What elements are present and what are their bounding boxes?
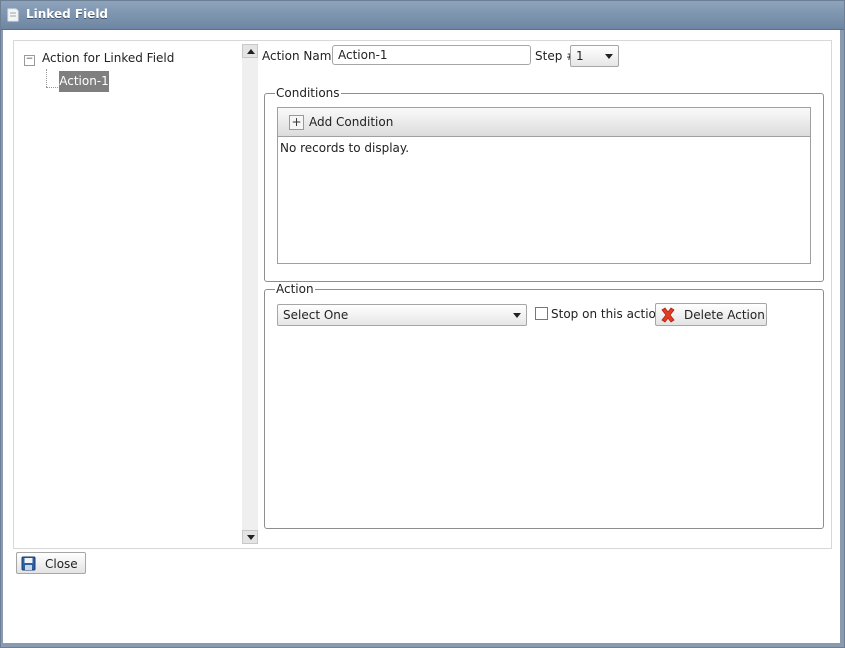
chevron-down-icon	[513, 313, 521, 318]
vertical-scrollbar[interactable]	[242, 44, 258, 544]
conditions-legend: Conditions	[275, 86, 341, 100]
stop-on-action-checkbox[interactable]	[535, 307, 548, 320]
conditions-group: Conditions + Add Condition No records to…	[264, 86, 824, 282]
add-condition-label: Add Condition	[309, 115, 394, 129]
arrow-up-icon	[247, 49, 255, 54]
window-title: Linked Field	[26, 7, 109, 21]
title-bar[interactable]: Linked Field	[1, 1, 844, 30]
tree-root-label[interactable]: Action for Linked Field	[42, 51, 174, 65]
chevron-down-icon	[605, 54, 613, 59]
tree-child-node[interactable]: Action-1	[59, 71, 109, 92]
tree-connector	[46, 87, 58, 88]
conditions-grid: + Add Condition No records to display.	[277, 107, 811, 264]
arrow-down-icon	[247, 535, 255, 540]
close-label: Close	[45, 557, 78, 571]
tree-connector	[46, 69, 47, 87]
content-panel: − Action for Linked Field Action-1 Actio…	[13, 40, 832, 549]
scroll-up-button[interactable]	[242, 44, 258, 58]
delete-action-button[interactable]: Delete Action	[655, 303, 767, 326]
save-disk-icon	[21, 556, 36, 571]
action-group: Action Select One Stop on this action De…	[264, 282, 824, 529]
delete-action-label: Delete Action	[684, 308, 765, 322]
action-select-value: Select One	[283, 308, 349, 322]
no-records-text: No records to display.	[280, 141, 410, 155]
window-border-right	[840, 30, 844, 647]
collapse-icon[interactable]: −	[24, 55, 35, 66]
window-border-bottom	[1, 643, 844, 647]
step-select[interactable]: 1	[570, 45, 619, 67]
linked-field-window: Linked Field − Action for Linked Field A…	[0, 0, 845, 648]
delete-icon	[661, 307, 675, 323]
document-icon	[7, 8, 19, 22]
window-border-left	[1, 30, 3, 647]
stop-on-action-label[interactable]: Stop on this action	[551, 307, 664, 321]
action-legend: Action	[275, 282, 315, 296]
action-name-label: Action Name	[262, 49, 339, 63]
scroll-down-button[interactable]	[242, 530, 258, 544]
grid-toolbar: + Add Condition	[278, 108, 810, 137]
add-condition-button[interactable]: + Add Condition	[278, 108, 408, 136]
action-type-select[interactable]: Select One	[277, 304, 527, 326]
close-button[interactable]: Close	[16, 552, 86, 574]
add-icon: +	[289, 115, 304, 130]
action-name-input[interactable]	[332, 45, 531, 65]
step-select-value: 1	[576, 49, 584, 63]
